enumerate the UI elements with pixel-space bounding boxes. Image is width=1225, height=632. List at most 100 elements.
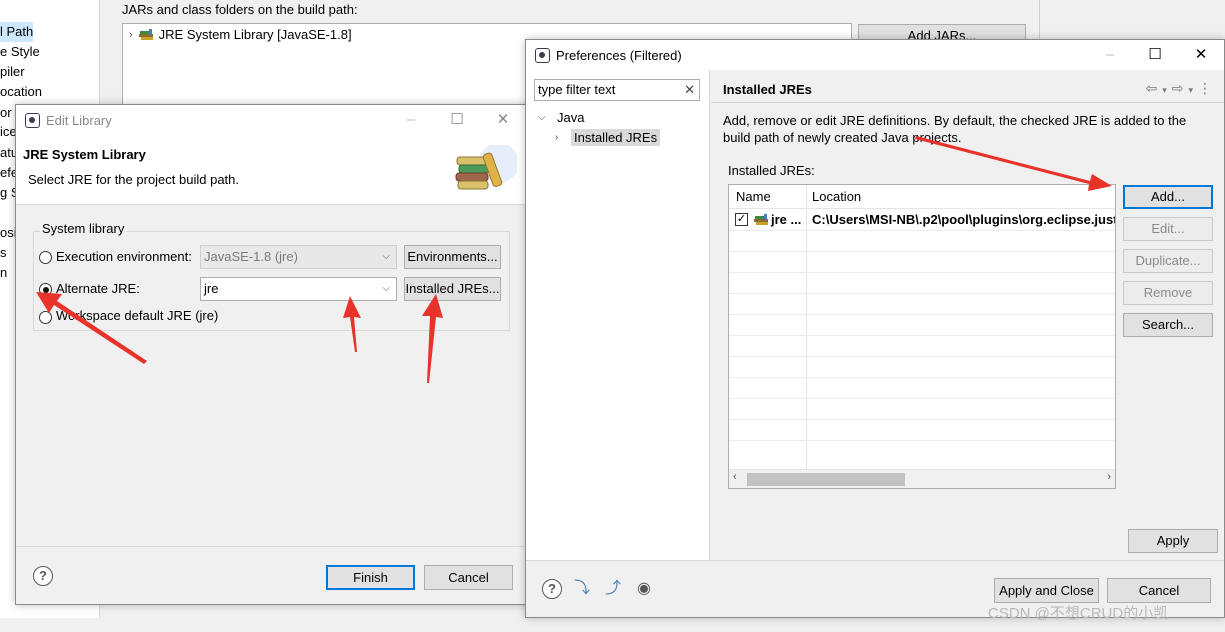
row-divider (729, 251, 1115, 252)
edit-library-dialog: Edit Library – ☐ ✕ JRE System Library Se… (15, 104, 535, 605)
jre-location: C:\Users\MSI-NB\.p2\pool\plugins\org.ecl… (812, 212, 1116, 227)
nav-item-n[interactable]: n (0, 263, 7, 283)
remove-button[interactable]: Remove (1123, 281, 1213, 305)
page-title: JRE System Library (23, 147, 146, 162)
column-header-name[interactable]: Name (736, 189, 771, 204)
title-divider (711, 102, 1224, 103)
add-button[interactable]: Add... (1123, 185, 1213, 209)
tree-item-label: JRE System Library [JavaSE-1.8] (158, 27, 352, 42)
maximize-icon[interactable]: ☐ (447, 110, 467, 130)
record-icon[interactable]: ◉ (633, 579, 655, 599)
page-description: Select JRE for the project build path. (28, 172, 240, 187)
scroll-right-icon[interactable]: › (1107, 471, 1111, 483)
preferences-page: Installed JREs ⇦ ▾ ⇨ ▾ ⋮ Add, remove or ed… (711, 70, 1224, 560)
scrollbar-thumb[interactable] (747, 473, 905, 486)
table-row[interactable]: ✓ jre ... C:\Users\MSI-NB\.p2\pool\plugi… (729, 209, 1115, 230)
filter-input[interactable]: type filter text ✕ (534, 79, 700, 101)
preferences-titlebar[interactable]: Preferences (Filtered) – ☐ ✕ (526, 40, 1224, 70)
preferences-nav-panel: type filter text ✕ ⌵ Java › Installed JR… (526, 70, 710, 560)
back-icon[interactable]: ⇦ (1145, 80, 1157, 100)
tree-item-java[interactable]: ⌵ Java (538, 109, 587, 126)
nav-item-compiler[interactable]: piler (0, 62, 25, 82)
filter-placeholder: type filter text (538, 82, 616, 97)
close-icon[interactable]: ✕ (493, 110, 513, 130)
row-divider (729, 440, 1115, 441)
cancel-button[interactable]: Cancel (424, 565, 513, 590)
row-divider (729, 293, 1115, 294)
group-label: System library (40, 221, 127, 236)
forward-icon[interactable]: ⇨ (1172, 80, 1184, 100)
alternate-jre-label: Alternate JRE: (56, 281, 140, 296)
chevron-down-icon: ⌵ (382, 251, 390, 262)
alternate-jre-value: jre (204, 281, 219, 296)
chevron-right-icon[interactable]: › (129, 29, 133, 41)
jre-checkbox[interactable]: ✓ (735, 213, 748, 226)
apply-button[interactable]: Apply (1128, 529, 1218, 553)
footer-divider (526, 560, 1224, 561)
workspace-default-label: Workspace default JRE (jre) (56, 308, 219, 323)
cancel-button[interactable]: Cancel (1107, 578, 1211, 603)
row-divider (729, 230, 1115, 231)
tree-item-installed-jres-label: Installed JREs (571, 129, 661, 146)
help-icon[interactable]: ? (33, 566, 53, 586)
chevron-down-icon[interactable]: ▾ (1162, 80, 1167, 100)
duplicate-button[interactable]: Duplicate... (1123, 249, 1213, 273)
apply-and-close-button[interactable]: Apply and Close (994, 578, 1099, 603)
menu-icon[interactable]: ⋮ (1198, 80, 1212, 100)
eclipse-icon (25, 113, 40, 128)
chevron-down-icon: ⌵ (382, 283, 390, 294)
row-divider (729, 377, 1115, 378)
finish-button[interactable]: Finish (326, 565, 415, 590)
alternate-jre-select[interactable]: jre ⌵ (200, 277, 397, 301)
workspace-default-radio[interactable] (39, 311, 52, 324)
nav-item-code-style[interactable]: e Style (0, 42, 40, 62)
clear-icon[interactable]: ✕ (684, 80, 695, 100)
footer-divider (16, 546, 534, 547)
row-divider (729, 314, 1115, 315)
row-divider (729, 356, 1115, 357)
jars-label: JARs and class folders on the build path… (122, 2, 358, 17)
close-icon[interactable]: ✕ (1191, 45, 1211, 65)
chevron-down-icon[interactable]: ▾ (1188, 80, 1193, 100)
nav-item-s[interactable]: s (0, 243, 7, 263)
row-divider (729, 272, 1115, 273)
minimize-icon[interactable]: – (1100, 45, 1120, 65)
nav-item-build-path[interactable]: l Path (0, 22, 34, 42)
alternate-jre-radio[interactable] (39, 283, 52, 296)
execution-environment-select[interactable]: JavaSE-1.8 (jre) ⌵ (200, 245, 397, 269)
edit-button[interactable]: Edit... (1123, 217, 1213, 241)
library-icon (138, 28, 153, 40)
installed-jres-label: Installed JREs: (728, 163, 815, 178)
tree-item-jre-system-library[interactable]: › JRE System Library [JavaSE-1.8] (129, 27, 352, 42)
horizontal-scrollbar[interactable]: ‹ › (729, 469, 1115, 488)
environments-button[interactable]: Environments... (404, 245, 501, 269)
nav-item-editor[interactable]: or (0, 103, 12, 123)
eclipse-icon (535, 48, 550, 63)
tree-item-java-label: Java (557, 110, 585, 125)
minimize-icon[interactable]: – (401, 110, 421, 130)
help-icon[interactable]: ? (542, 579, 562, 599)
page-description: Add, remove or edit JRE definitions. By … (723, 113, 1187, 145)
edit-library-titlebar[interactable]: Edit Library – ☐ ✕ (16, 105, 534, 135)
row-divider (729, 335, 1115, 336)
installed-jres-table[interactable]: Name Location ✓ jre ... C:\Users\MSI-NB\… (728, 184, 1116, 489)
maximize-icon[interactable]: ☐ (1145, 45, 1165, 65)
library-banner-icon (455, 145, 517, 190)
execution-environment-radio[interactable] (39, 251, 52, 264)
installed-jres-button[interactable]: Installed JREs... (404, 277, 501, 301)
search-button[interactable]: Search... (1123, 313, 1213, 337)
edit-library-title: Edit Library (46, 113, 112, 128)
jre-icon (754, 214, 768, 225)
scroll-left-icon[interactable]: ‹ (733, 471, 737, 483)
chevron-right-icon[interactable]: › (555, 132, 565, 143)
edit-library-header: JRE System Library Select JRE for the pr… (16, 135, 534, 205)
import-icon[interactable]: ⤵ (571, 579, 593, 599)
page-title: Installed JREs (723, 82, 812, 97)
chevron-down-icon[interactable]: ⌵ (538, 112, 548, 123)
export-icon[interactable]: ⤴ (602, 579, 624, 599)
column-header-location[interactable]: Location (812, 189, 861, 204)
tree-item-installed-jres[interactable]: › Installed JREs (555, 129, 661, 146)
nav-item-location[interactable]: ocation (0, 82, 42, 102)
row-divider (729, 398, 1115, 399)
preferences-dialog: Preferences (Filtered) – ☐ ✕ type filter… (525, 39, 1225, 618)
